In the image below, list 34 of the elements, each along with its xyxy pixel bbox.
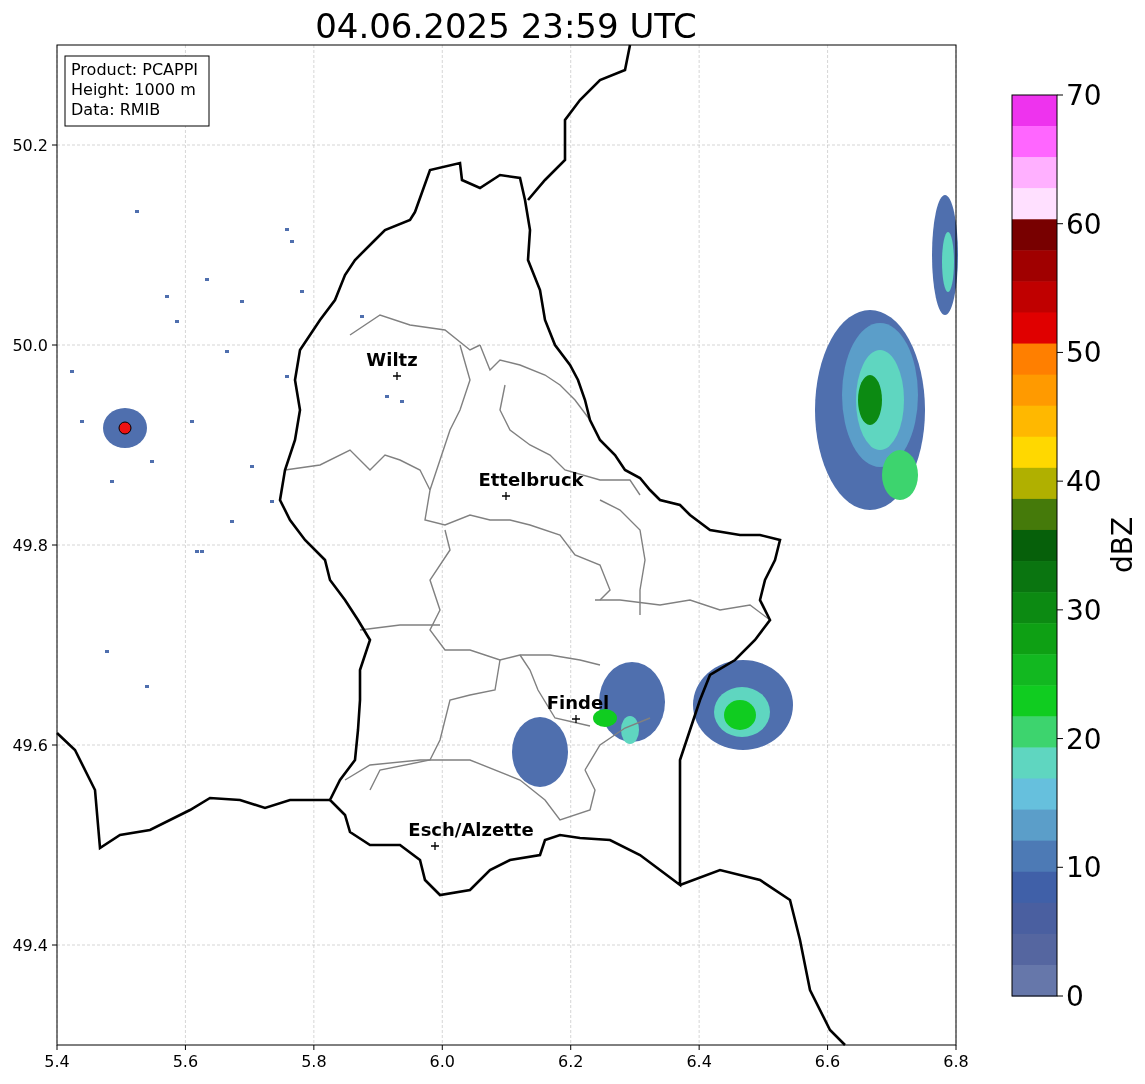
chart-title: 04.06.2025 23:59 UTC bbox=[315, 6, 697, 46]
colorbar-tick-label: 30 bbox=[1066, 593, 1102, 627]
axis-tick-label: 49.8 bbox=[12, 536, 48, 555]
city-marker-icon bbox=[430, 841, 440, 851]
city-label: Esch/Alzette bbox=[408, 819, 534, 840]
colorbar-tick-label: 0 bbox=[1066, 980, 1084, 1013]
city-label: Ettelbruck bbox=[478, 469, 584, 490]
city-marker-icon bbox=[501, 491, 511, 501]
axis-tick-label: 49.4 bbox=[12, 936, 48, 955]
axis-tick-label: 5.6 bbox=[172, 1052, 199, 1071]
axis-tick-label: 50.2 bbox=[12, 136, 48, 155]
colorbar-tick-label: 50 bbox=[1066, 336, 1102, 370]
axis-tick-label: 6.4 bbox=[686, 1052, 712, 1071]
colorbar-tick-label: 40 bbox=[1066, 465, 1102, 499]
info-text: Height: 1000 m bbox=[71, 80, 196, 99]
city-label: Wiltz bbox=[366, 349, 418, 370]
axis-tick-label: 6.6 bbox=[814, 1052, 841, 1071]
axis-tick-label: 50.0 bbox=[12, 336, 48, 355]
axis-tick-label: 6.2 bbox=[558, 1052, 584, 1071]
axis-tick-label: 5.4 bbox=[44, 1052, 70, 1071]
city-marker-icon bbox=[392, 371, 402, 381]
radar-site-icon bbox=[118, 421, 132, 435]
info-text: Product: PCAPPI bbox=[71, 60, 198, 79]
info-text: Data: RMIB bbox=[71, 100, 161, 119]
axis-tick-label: 6.8 bbox=[943, 1052, 969, 1071]
city-marker-icon bbox=[571, 714, 581, 724]
axis-tick-label: 49.6 bbox=[12, 736, 48, 755]
colorbar-tick-label: 20 bbox=[1066, 722, 1102, 756]
colorbar-tick-label: 10 bbox=[1066, 851, 1102, 885]
axis-tick-label: 5.8 bbox=[301, 1052, 327, 1071]
colorbar-tick-label: 60 bbox=[1066, 207, 1102, 241]
colorbar-label: dBZ bbox=[1106, 516, 1139, 574]
colorbar-tick-label: 70 bbox=[1066, 79, 1102, 112]
axis-tick-label: 6.0 bbox=[429, 1052, 455, 1071]
